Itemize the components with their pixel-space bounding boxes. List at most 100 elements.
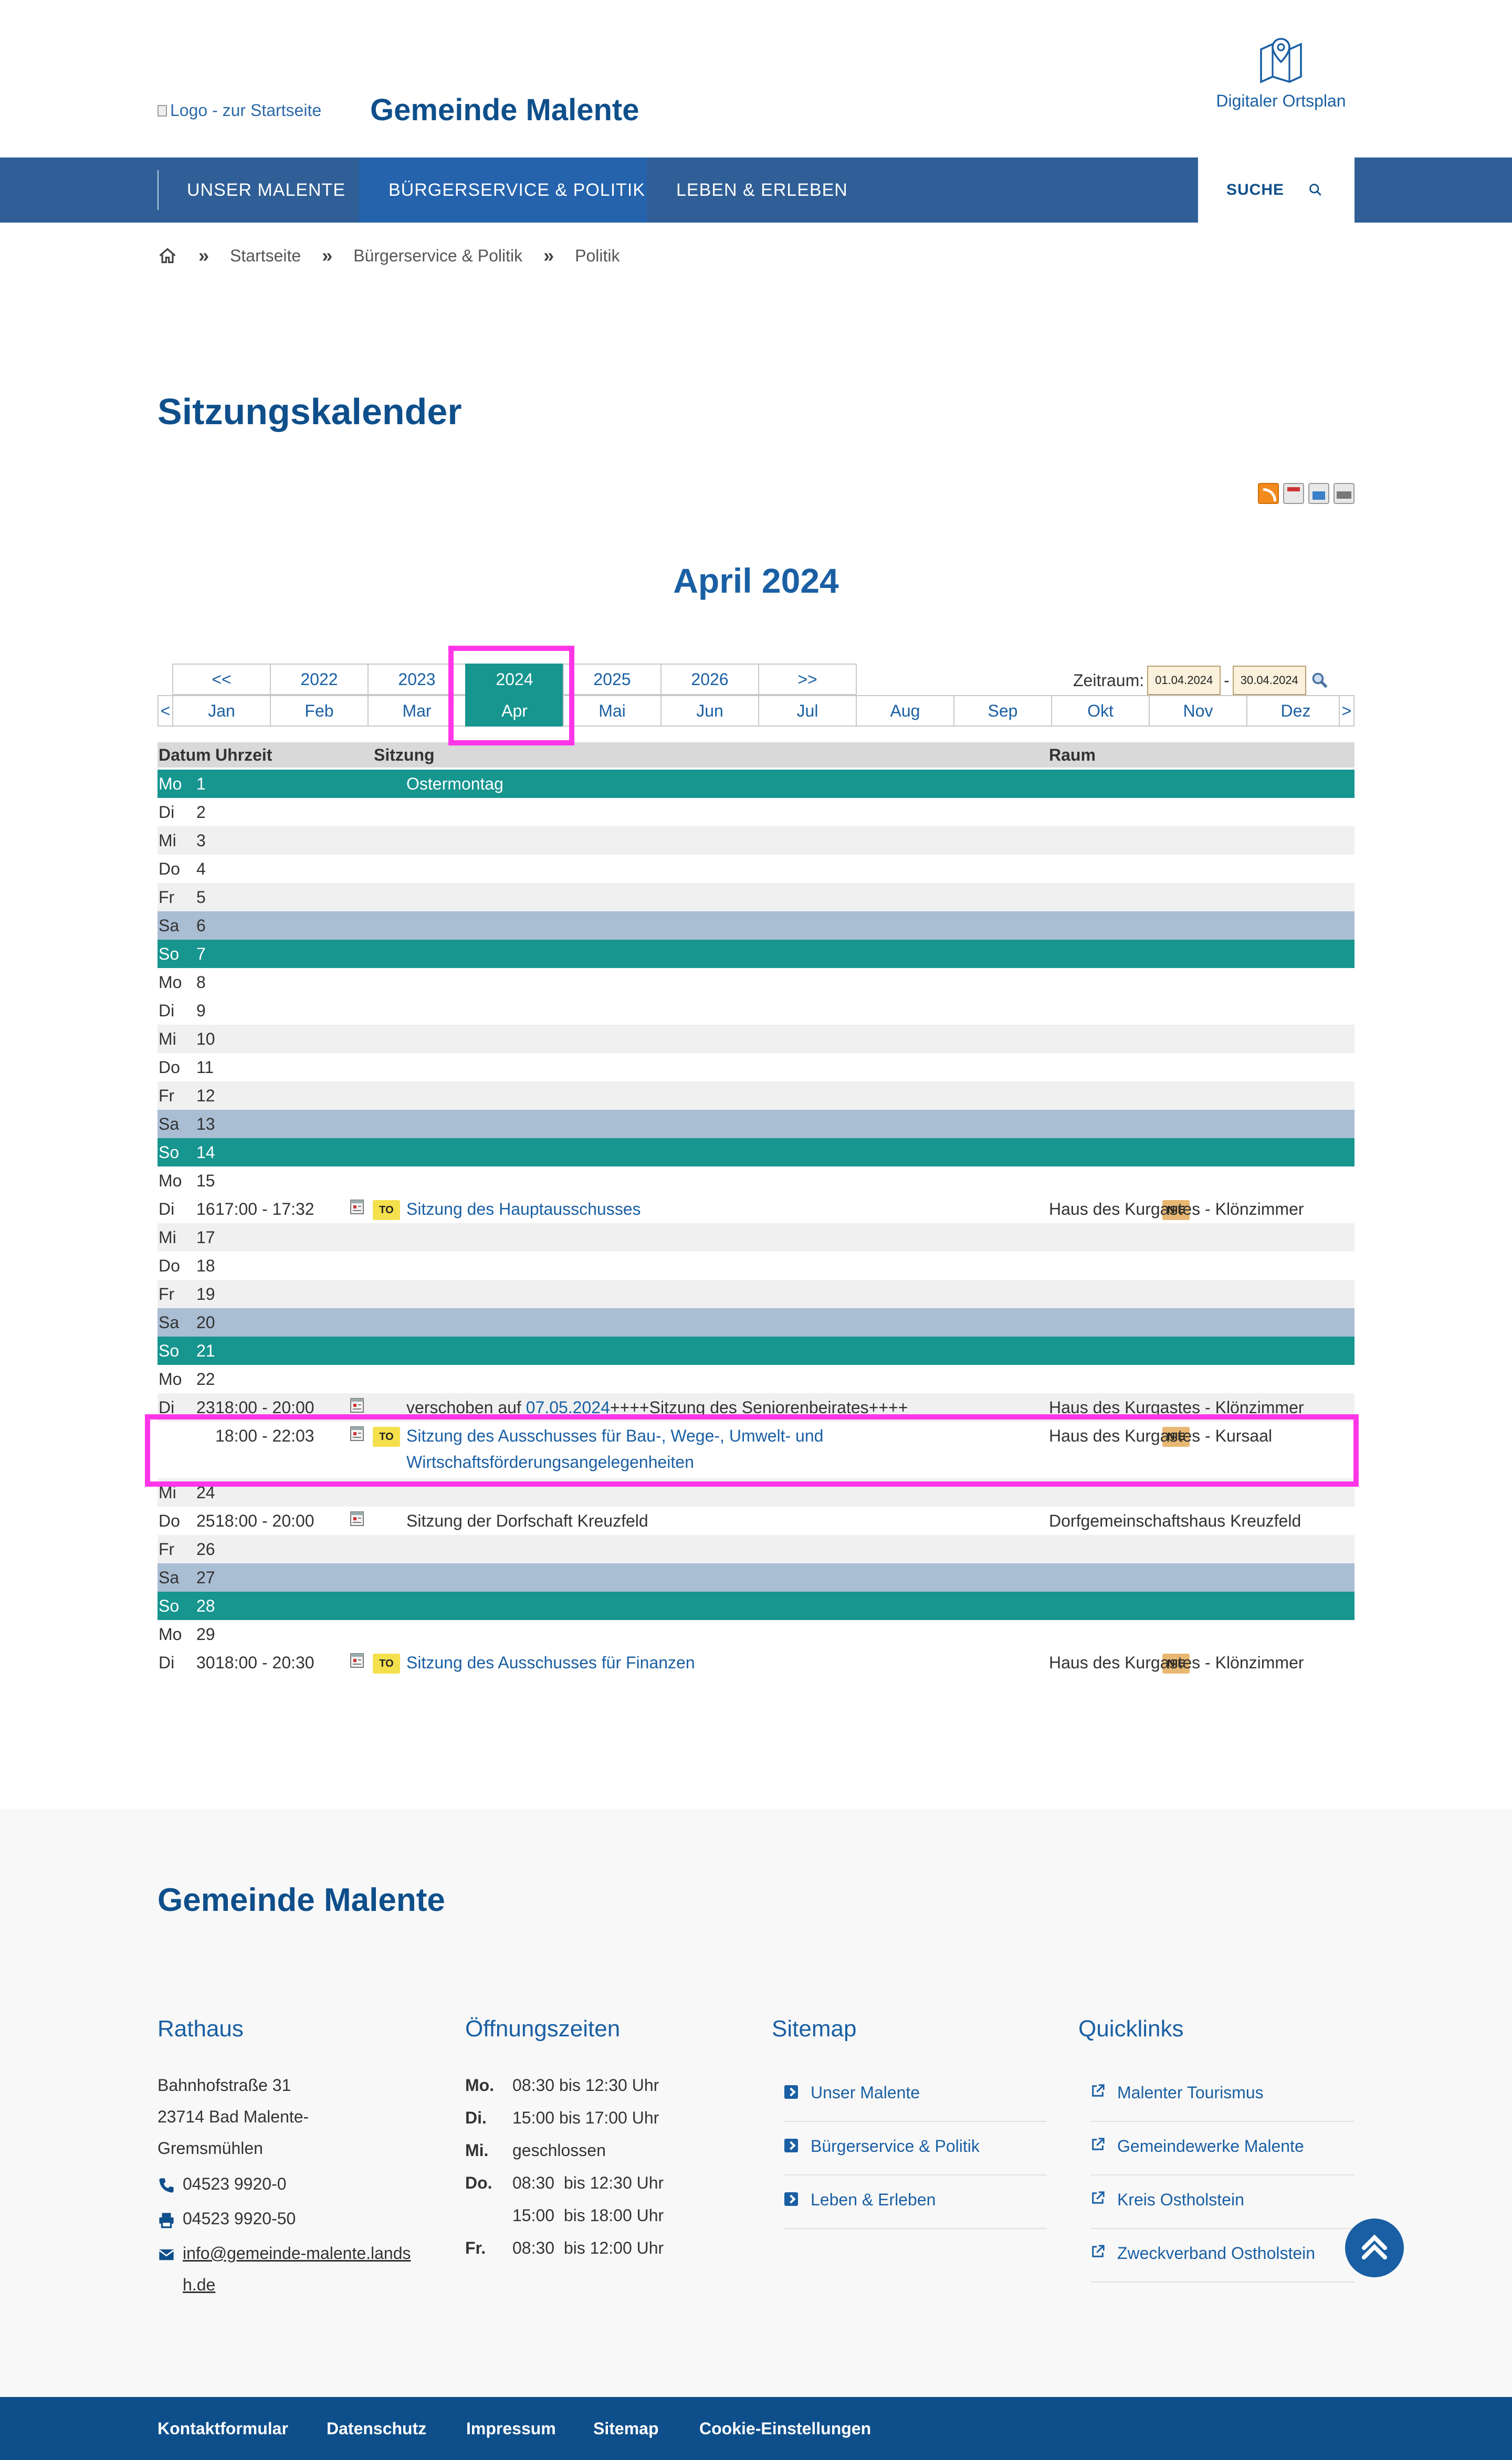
breadcrumb-separator: » (543, 245, 554, 266)
year-nav-2025[interactable]: 2025 (563, 664, 662, 695)
breadcrumb-startseite[interactable]: Startseite (230, 246, 301, 266)
row-weekday: Sa (159, 1568, 180, 1587)
quicklink[interactable]: Malenter Tourismus (1091, 2069, 1354, 2122)
home-icon[interactable] (158, 246, 177, 265)
rathaus-email[interactable]: info@gemeinde-malente.lands (158, 2237, 411, 2269)
session-link[interactable]: Sitzung des Ausschusses für Finanzen (406, 1648, 695, 1677)
bottom-link-sitemap[interactable]: Sitemap (593, 2397, 658, 2460)
search-button[interactable]: SUCHE (1198, 157, 1354, 223)
hours-time: 08:30 bis 12:00 Uhr (512, 2238, 664, 2257)
date-range-dash: - (1224, 670, 1230, 690)
email-link[interactable]: info@gemeinde-malente.lands (183, 2244, 411, 2263)
agenda-badge[interactable]: TO (373, 1654, 400, 1674)
month-nav-okt[interactable]: Okt (1051, 695, 1150, 727)
arrow-square-icon (784, 2192, 798, 2206)
sitemap-link[interactable]: Leben & Erleben (784, 2177, 1047, 2229)
email-link-continued[interactable]: h.de (183, 2269, 215, 2300)
sitemap-link-label: Unser Malente (811, 2083, 920, 2102)
row-weekday: Mi (159, 1228, 176, 1247)
row-day: 25 (196, 1511, 215, 1530)
table-row: Di 16 17:00 - 17:32 TO Sitzung des Hauptauss… (158, 1195, 1354, 1223)
external-link-icon (1092, 2084, 1105, 2097)
row-time: 18:00 - 22:03 (215, 1426, 314, 1445)
table-row: Sa 20 (158, 1308, 1354, 1337)
row-day: 28 (196, 1596, 215, 1615)
month-nav-mai[interactable]: Mai (563, 695, 662, 727)
month-nav-feb[interactable]: Feb (270, 695, 369, 727)
nav-item-unser-malente[interactable]: UNSER MALENTE (159, 157, 374, 223)
row-room: Dorfgemeinschaftshaus Kreuzfeld (1049, 1511, 1301, 1530)
table-row: Do 18 (158, 1252, 1354, 1280)
agenda-badge[interactable]: TO (373, 1200, 400, 1220)
breadcrumb-politik[interactable]: Politik (575, 246, 620, 266)
hours-day: Di. (465, 2108, 487, 2127)
image-export-icon[interactable] (1308, 483, 1329, 504)
month-nav-sep[interactable]: Sep (953, 695, 1052, 727)
session-link[interactable]: Sitzung des Ausschusses für Bau-, Wege-,… (406, 1422, 823, 1450)
month-nav-jan[interactable]: Jan (172, 695, 271, 727)
session-link[interactable]: Sitzung des Hauptausschusses (406, 1195, 640, 1223)
magnifier-icon[interactable] (1310, 671, 1329, 690)
row-day: 6 (196, 916, 206, 935)
bottom-link-impressum[interactable]: Impressum (466, 2397, 556, 2460)
year-nav-2022[interactable]: 2022 (270, 664, 369, 695)
scroll-to-top-button[interactable] (1345, 2219, 1404, 2277)
sitemap-link[interactable]: Unser Malente (784, 2069, 1047, 2122)
postponed-date-link[interactable]: 07.05.2024 (526, 1398, 610, 1417)
rathaus-street: Bahnhofstraße 31 (158, 2076, 291, 2095)
calendar-export-icon[interactable] (1283, 483, 1304, 504)
document-icon[interactable] (350, 1397, 364, 1413)
bottom-link-kontaktformular[interactable]: Kontaktformular (158, 2397, 288, 2460)
session-link-continued[interactable]: Wirtschaftsförderungsangelegenheiten (406, 1448, 694, 1476)
month-nav-dez[interactable]: Dez (1246, 695, 1345, 727)
bottom-link-datenschutz[interactable]: Datenschutz (327, 2397, 426, 2460)
document-icon[interactable] (350, 1511, 364, 1527)
sitemap-link[interactable]: Bürgerservice & Politik (784, 2123, 1047, 2175)
row-day: 11 (196, 1058, 214, 1077)
date-to-input[interactable]: 30.04.2024 (1232, 666, 1306, 695)
document-icon[interactable] (350, 1199, 364, 1215)
month-nav-nov[interactable]: Nov (1149, 695, 1247, 727)
nav-item-buergerservice[interactable]: BÜRGERSERVICE & POLITIK (359, 157, 647, 223)
month-nav-prev[interactable]: < (158, 695, 173, 727)
quicklink[interactable]: Gemeindewerke Malente (1091, 2123, 1354, 2175)
quicklink[interactable]: Kreis Ostholstein (1091, 2177, 1354, 2229)
year-nav-2026[interactable]: 2026 (660, 664, 759, 695)
row-session: verschoben auf 07.05.2024++++Sitzung des… (406, 1393, 908, 1422)
row-day: 1 (196, 774, 206, 793)
rathaus-phone[interactable]: 04523 9920-0 (158, 2168, 287, 2200)
agenda-badge[interactable]: TO (373, 1427, 400, 1447)
month-nav-aug[interactable]: Aug (856, 695, 954, 727)
date-from-input[interactable]: 01.04.2024 (1147, 666, 1221, 695)
document-icon[interactable] (350, 1426, 364, 1442)
hours-day: Fr. (465, 2238, 486, 2257)
logo-link[interactable]: Logo - zur Startseite (158, 101, 321, 120)
row-weekday: Sa (159, 916, 180, 935)
print-icon[interactable] (1334, 483, 1354, 504)
row-day: 29 (196, 1625, 215, 1644)
table-row: So 7 (158, 940, 1354, 968)
bottom-link-cookie-einstellungen[interactable]: Cookie-Einstellungen (699, 2397, 871, 2460)
month-nav-apr[interactable]: Apr (465, 695, 564, 727)
table-row: Mi 17 (158, 1223, 1354, 1252)
month-nav-mar[interactable]: Mar (368, 695, 466, 727)
site-title[interactable]: Gemeinde Malente (370, 92, 639, 128)
hours-time: 15:00 bis 17:00 Uhr (512, 2108, 659, 2127)
year-nav-next[interactable]: >> (758, 664, 857, 695)
fax-number: 04523 9920-50 (183, 2209, 296, 2228)
month-nav-next[interactable]: > (1339, 695, 1354, 727)
breadcrumb-buergerservice[interactable]: Bürgerservice & Politik (353, 246, 522, 266)
row-weekday: Mo (159, 1370, 182, 1389)
digital-map-link[interactable]: Digitaler Ortsplan (1202, 35, 1360, 111)
hours-row: Mi. geschlossen (465, 2135, 606, 2166)
year-nav-prev[interactable]: << (172, 664, 271, 695)
quicklink[interactable]: Zweckverband Ostholstein (1091, 2230, 1354, 2283)
document-icon[interactable] (350, 1653, 364, 1668)
rss-feed-icon[interactable] (1258, 483, 1279, 504)
month-nav-jul[interactable]: Jul (758, 695, 857, 727)
row-weekday: Mi (159, 1483, 176, 1502)
month-nav-jun[interactable]: Jun (660, 695, 759, 727)
year-nav-2024[interactable]: 2024 (465, 664, 564, 695)
nav-item-leben-erleben[interactable]: LEBEN & ERLEBEN (647, 157, 877, 223)
year-nav-2023[interactable]: 2023 (368, 664, 466, 695)
